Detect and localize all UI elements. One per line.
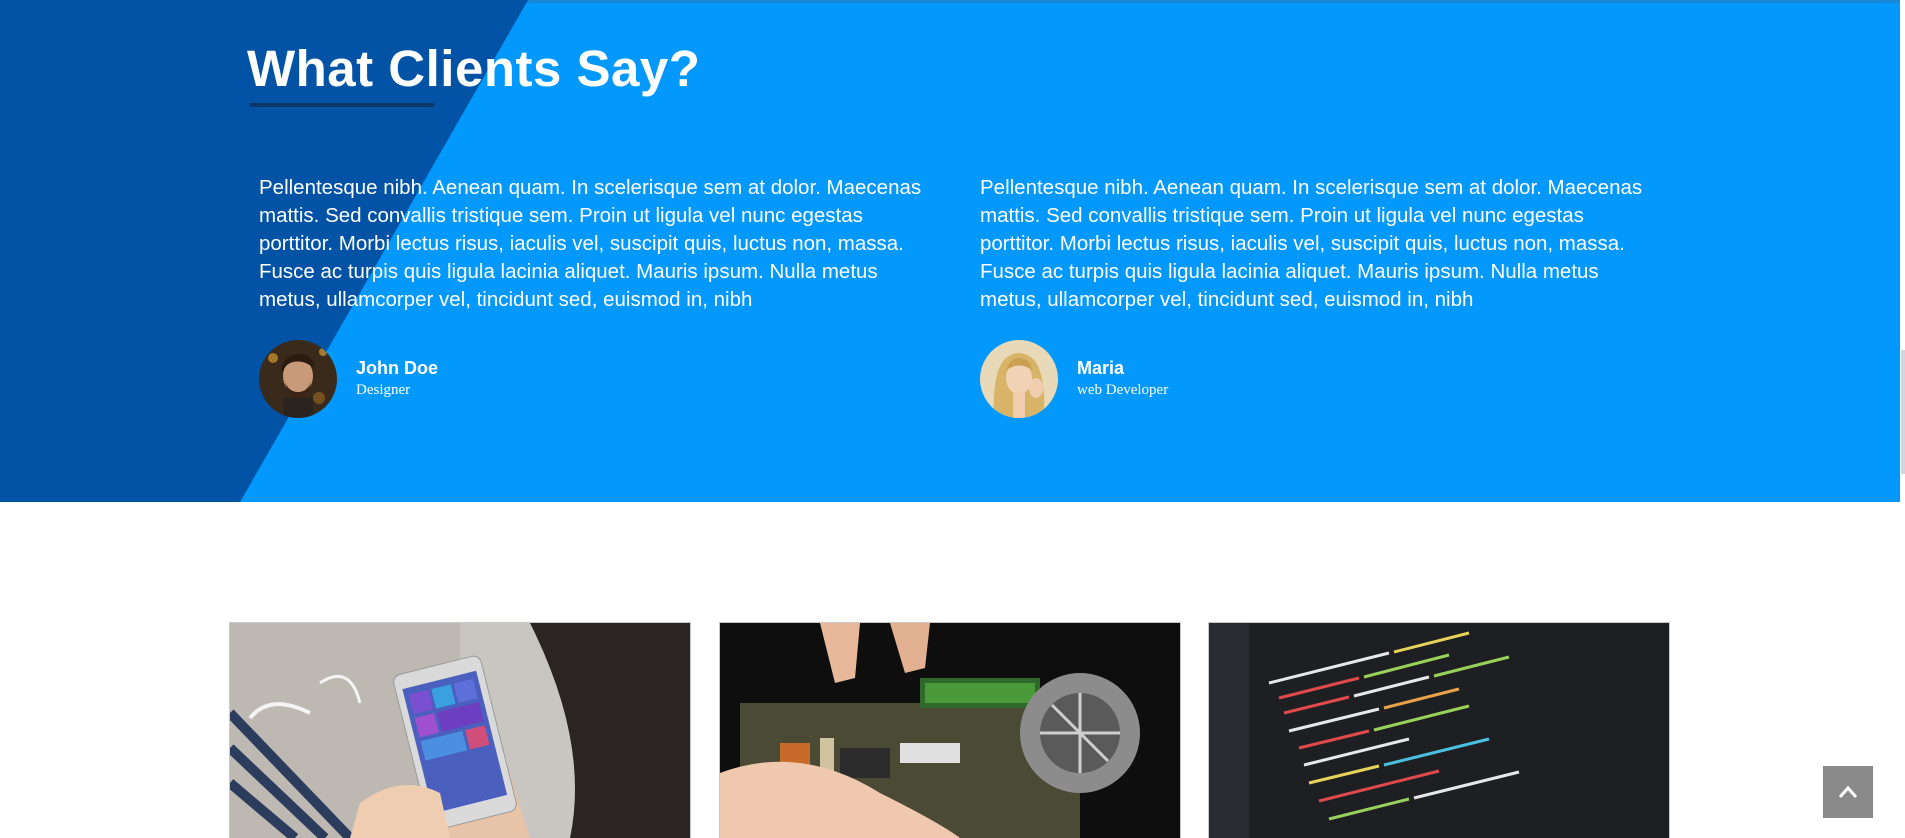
testimonial-author: Maria web Developer	[980, 340, 1380, 418]
section-title: What Clients Say?	[247, 40, 701, 97]
testimonial-card: Pellentesque nibh. Aenean quam. In scele…	[980, 174, 1650, 418]
gallery-tile-smartphone[interactable]	[229, 622, 691, 838]
avatar	[259, 340, 337, 418]
scrollbar-thumb[interactable]	[1901, 350, 1905, 474]
testimonial-quote: Pellentesque nibh. Aenean quam. In scele…	[259, 176, 922, 311]
testimonial-author: John Doe Designer	[259, 340, 659, 418]
chevron-up-icon	[1838, 785, 1858, 798]
avatar	[980, 340, 1058, 418]
testimonial-quote: Pellentesque nibh. Aenean quam. In scele…	[980, 176, 1643, 311]
author-role: web Developer	[1077, 382, 1169, 398]
title-underline	[250, 103, 434, 107]
gallery-tile-circuit-board[interactable]	[719, 622, 1181, 838]
circuit-board-photo	[720, 623, 1180, 838]
author-name: John Doe	[356, 358, 439, 378]
testimonial-card: Pellentesque nibh. Aenean quam. In scele…	[259, 174, 929, 418]
smartphone-photo	[230, 623, 690, 838]
back-to-top-button[interactable]	[1823, 766, 1873, 818]
author-role: Designer	[356, 382, 411, 398]
gallery-tile-code-screen[interactable]	[1208, 622, 1670, 838]
testimonials-section: What Clients Say? Pellentesque nibh. Aen…	[0, 0, 1900, 502]
author-name: Maria	[1077, 358, 1125, 378]
code-screen-photo	[1209, 623, 1669, 838]
